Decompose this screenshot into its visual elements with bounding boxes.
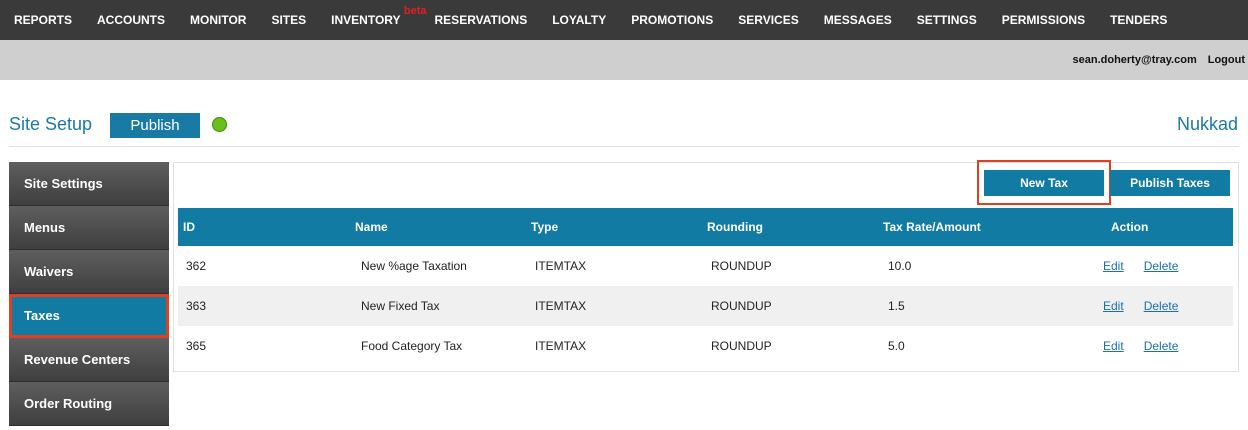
nav-inventory[interactable]: INVENTORY beta [331, 5, 426, 27]
nav-monitor[interactable]: MONITOR [190, 13, 246, 27]
nav-accounts[interactable]: ACCOUNTS [97, 13, 165, 27]
sidebar-item-order-routing[interactable]: Order Routing [9, 382, 169, 426]
column-header-rounding: Rounding [707, 208, 883, 246]
cell-name: New Fixed Tax [355, 286, 531, 326]
column-header-name: Name [355, 208, 531, 246]
cell-rounding: ROUNDUP [707, 286, 883, 326]
sidebar-item-menus[interactable]: Menus [9, 206, 169, 250]
column-header-action: Action [1103, 208, 1233, 246]
cell-type: ITEMTAX [535, 339, 587, 353]
cell-rounding: ROUNDUP [711, 259, 772, 273]
sidebar-item-revenue-centers[interactable]: Revenue Centers [9, 338, 169, 382]
cell-rate: 5.0 [888, 339, 905, 353]
cell-actions: Edit Delete [1103, 286, 1233, 326]
nav-inventory-label: INVENTORY [331, 13, 401, 27]
delete-link[interactable]: Delete [1144, 339, 1179, 353]
user-email: sean.doherty@tray.com [1072, 54, 1197, 66]
logout-link[interactable]: Logout [1208, 54, 1245, 66]
nav-loyalty[interactable]: LOYALTY [552, 13, 606, 27]
header-divider [9, 146, 1239, 147]
publish-button[interactable]: Publish [110, 113, 200, 138]
sidebar-item-taxes[interactable]: Taxes [9, 294, 169, 338]
table-header-row: ID Name Type Rounding Tax Rate/Amount Ac… [178, 208, 1233, 246]
cell-name: Food Category Tax [361, 339, 463, 353]
publish-taxes-button[interactable]: Publish Taxes [1110, 170, 1230, 196]
cell-rate: 1.5 [883, 286, 1103, 326]
sidebar-item-waivers[interactable]: Waivers [9, 250, 169, 294]
cell-actions: Edit Delete [1103, 246, 1233, 286]
site-name: Nukkad [1176, 114, 1238, 134]
column-header-tax-rate: Tax Rate/Amount [883, 208, 1103, 246]
beta-badge: beta [403, 5, 427, 17]
cell-type: ITEMTAX [535, 259, 587, 273]
cell-name: New %age Taxation [361, 259, 467, 273]
user-bar: sean.doherty@tray.com Logout [0, 40, 1248, 80]
nav-messages[interactable]: MESSAGES [824, 13, 892, 27]
sidebar: Site Settings Menus Waivers Taxes Revenu… [9, 162, 169, 426]
table-row: 362 New %age Taxation ITEMTAX ROUNDUP 10… [178, 246, 1233, 286]
cell-type: ITEMTAX [531, 286, 707, 326]
cell-id: 363 [178, 286, 355, 326]
status-indicator-icon [212, 117, 227, 132]
cell-rate: 10.0 [888, 259, 912, 273]
nav-sites[interactable]: SITES [271, 13, 306, 27]
delete-link[interactable]: Delete [1144, 299, 1179, 313]
nav-promotions[interactable]: PROMOTIONS [631, 13, 713, 27]
sidebar-item-site-settings[interactable]: Site Settings [9, 162, 169, 206]
column-header-type: Type [531, 208, 707, 246]
nav-settings[interactable]: SETTINGS [917, 13, 977, 27]
nav-reservations[interactable]: RESERVATIONS [435, 13, 528, 27]
cell-id: 362 [186, 259, 207, 273]
nav-permissions[interactable]: PERMISSIONS [1002, 13, 1085, 27]
edit-link[interactable]: Edit [1103, 299, 1124, 313]
nav-services[interactable]: SERVICES [738, 13, 798, 27]
table-row: 365 Food Category Tax ITEMTAX ROUNDUP 5.… [178, 326, 1233, 366]
edit-link[interactable]: Edit [1103, 339, 1124, 353]
cell-rounding: ROUNDUP [711, 339, 772, 353]
delete-link[interactable]: Delete [1144, 259, 1179, 273]
page-title: Site Setup [9, 114, 93, 134]
column-header-id: ID [178, 208, 355, 246]
edit-link[interactable]: Edit [1103, 259, 1124, 273]
nav-tenders[interactable]: TENDERS [1110, 13, 1167, 27]
cell-id: 365 [186, 339, 207, 353]
top-nav: REPORTS ACCOUNTS MONITOR SITES INVENTORY… [0, 0, 1248, 40]
taxes-table: ID Name Type Rounding Tax Rate/Amount Ac… [178, 208, 1233, 366]
cell-actions: Edit Delete [1103, 326, 1233, 366]
nav-reports[interactable]: REPORTS [14, 13, 72, 27]
new-tax-button[interactable]: New Tax [984, 170, 1104, 196]
table-row: 363 New Fixed Tax ITEMTAX ROUNDUP 1.5 Ed… [178, 286, 1233, 326]
